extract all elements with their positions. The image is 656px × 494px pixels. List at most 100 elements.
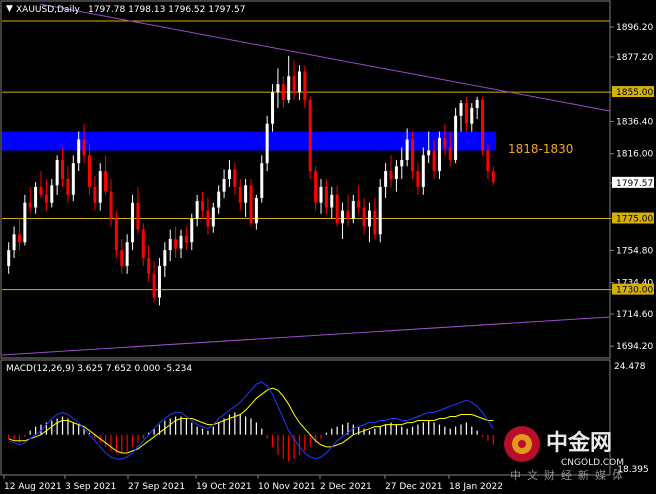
price-chart[interactable]: 1818-1830 ▼ XAUUSD,Daily 1797.78 1798.13… (0, 0, 656, 494)
candle-body (34, 186, 38, 208)
date-label: 2 Dec 2021 (320, 482, 372, 492)
candle-body (319, 186, 323, 203)
candle-body (292, 76, 296, 93)
cngold-logo-core (518, 440, 526, 448)
candle-body (373, 210, 377, 235)
candle-body (394, 166, 398, 179)
candle-body (157, 265, 161, 298)
price-tick-label: 1797.57 (616, 179, 653, 189)
date-label: 19 Oct 2021 (196, 482, 252, 492)
candle-body (297, 71, 301, 93)
candle-body (12, 234, 16, 251)
candle-body (265, 123, 269, 164)
candle-body (217, 191, 221, 208)
price-tick-label: 1855.00 (616, 88, 653, 98)
candle-body (109, 191, 113, 219)
candle-body (491, 171, 495, 183)
candle-body (405, 139, 409, 161)
ohlc-readout: 1797.78 1798.13 1796.52 1797.57 (88, 5, 245, 15)
candle-body (147, 258, 151, 274)
candle-body (136, 202, 140, 230)
price-tick-label: 1694.20 (616, 342, 653, 352)
candle-body (227, 169, 231, 179)
date-label: 10 Nov 2021 (258, 482, 316, 492)
candle-body (454, 115, 458, 161)
candle-body (341, 210, 345, 224)
candle-body (324, 186, 328, 208)
candle-body (77, 139, 81, 164)
candle-body (357, 201, 361, 208)
candle-body (168, 239, 172, 251)
candle-body (378, 186, 382, 235)
price-tick-label: 1754.80 (616, 246, 653, 256)
watermark-tagline: 中文财经新媒体 (510, 468, 629, 482)
candle-body (7, 250, 11, 266)
candle-body (163, 250, 167, 266)
candle-body (308, 99, 312, 172)
candle-body (174, 239, 178, 249)
price-tick-label: 1775.00 (616, 215, 653, 225)
candle-body (71, 163, 75, 195)
candle-body (66, 179, 70, 195)
candle-body (28, 202, 32, 208)
candle-body (271, 92, 275, 124)
candle-body (416, 171, 420, 187)
candle-body (481, 99, 485, 151)
price-tick-label: 1877.20 (616, 53, 653, 63)
candle-body (470, 107, 474, 124)
price-tick-label: 1730.00 (616, 286, 653, 296)
candle-body (411, 139, 415, 172)
candle-body (93, 186, 97, 203)
candle-body (184, 235, 188, 243)
candle-body (114, 218, 118, 251)
candle-body (104, 171, 108, 192)
candle-body (384, 171, 388, 187)
candle-body (421, 155, 425, 187)
candle-body (287, 76, 291, 100)
chart-background (0, 0, 656, 494)
candle-body (335, 194, 339, 224)
zone-label: 1818-1830 (508, 142, 573, 156)
candle-body (362, 207, 366, 227)
candle-body (39, 186, 43, 195)
date-label: 3 Sep 2021 (65, 482, 116, 492)
date-label: 27 Dec 2021 (385, 482, 443, 492)
candle-body (233, 169, 237, 187)
candle-body (486, 150, 490, 172)
date-label: 12 Aug 2021 (4, 482, 62, 492)
watermark-brand-cn: 中金网 (546, 430, 612, 456)
candle-body (303, 71, 307, 100)
date-label: 27 Sep 2021 (128, 482, 185, 492)
candle-body (314, 171, 318, 203)
candle-body (206, 210, 210, 227)
candle-body (330, 194, 334, 208)
candle-body (443, 137, 447, 148)
candle-body (82, 139, 86, 156)
candle-body (276, 84, 280, 93)
cngold-watermark: 中金网 CNGOLD.COM 中文财经新媒体 (504, 426, 629, 482)
candle-body (195, 201, 199, 219)
symbol-dropdown-icon[interactable]: ▼ (6, 4, 13, 14)
price-tick-label: 1714.60 (616, 310, 653, 320)
candle-body (346, 210, 350, 219)
candle-body (281, 84, 285, 100)
candle-body (190, 218, 194, 243)
candle-body (131, 202, 135, 243)
macd-label: MACD(12,26,9) 3.625 7.652 0.000 -5.234 (6, 364, 192, 374)
candle-body (44, 194, 48, 203)
supply-zone (2, 131, 496, 151)
candle-body (427, 150, 431, 156)
candle-body (254, 197, 258, 224)
date-label: 18 Jan 2022 (449, 482, 503, 492)
candle-body (260, 163, 264, 198)
candle-body (238, 186, 242, 203)
candle-body (17, 234, 21, 243)
candle-body (400, 160, 404, 167)
candle-body (222, 179, 226, 192)
candle-body (367, 210, 371, 227)
candle-body (55, 160, 59, 186)
candle-body (211, 207, 215, 227)
candle-body (432, 150, 436, 172)
watermark-brand-en: CNGOLD.COM (561, 458, 624, 468)
candle-body (351, 201, 355, 219)
